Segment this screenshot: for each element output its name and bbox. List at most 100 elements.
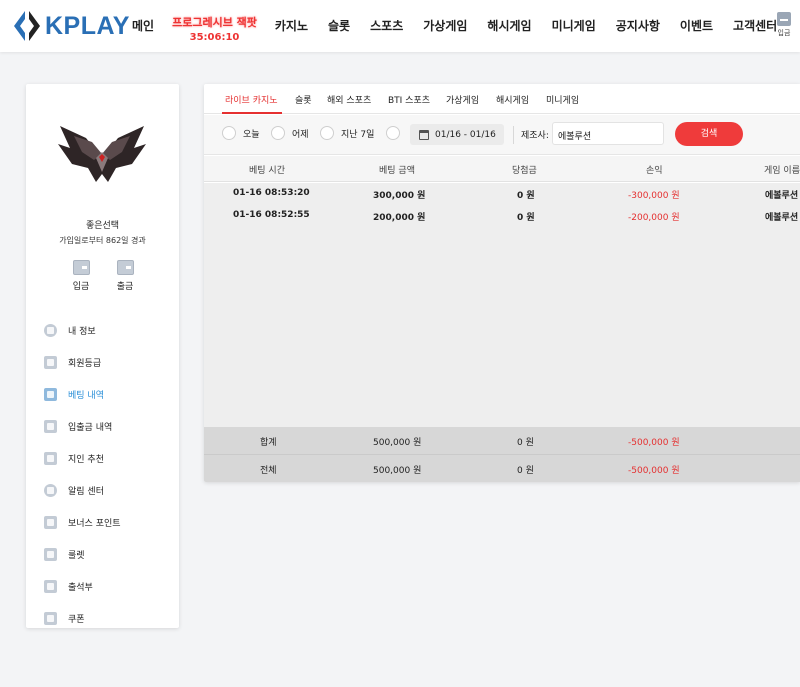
sidebar-item-member-grade[interactable]: 회원등급 bbox=[44, 346, 174, 378]
totals-bet-amount: 500,000 원 bbox=[373, 438, 422, 448]
sidebar-item-transactions[interactable]: 입출금 내역 bbox=[44, 410, 174, 442]
top-header: KPLAY 메인 프로그레시브 잭팟 35:06:10 카지노 슬롯 스포츠 가… bbox=[0, 0, 800, 52]
nav-progressive-jackpot[interactable]: 프로그레시브 잭팟 35:06:10 bbox=[164, 0, 265, 43]
nav-sports[interactable]: 스포츠 bbox=[360, 0, 413, 34]
user-icon bbox=[44, 323, 57, 337]
nav-mini-game[interactable]: 미니게임 bbox=[542, 0, 606, 34]
sidebar-item-label: 룰렛 bbox=[68, 550, 85, 561]
nav-event[interactable]: 이벤트 bbox=[670, 0, 723, 34]
radio-last-7-days[interactable]: 지난 7일 bbox=[320, 126, 374, 140]
wallet-icon bbox=[777, 12, 791, 26]
membership-days: 가입일로부터 862일 경과 bbox=[59, 236, 146, 245]
nav-casino[interactable]: 카지노 bbox=[265, 0, 318, 34]
tab-live-casino[interactable]: 라이브 카지노 bbox=[225, 93, 278, 106]
radio-today[interactable]: 오늘 bbox=[222, 126, 260, 140]
cell-bet-time: 01-16 08:53:20 bbox=[233, 188, 310, 198]
chat-icon bbox=[44, 483, 57, 497]
table-header: 베팅 시간 베팅 금액 당첨금 손익 게임 이름 bbox=[204, 156, 800, 182]
kplay-logo[interactable]: KPLAY bbox=[12, 9, 130, 43]
nav-slot[interactable]: 슬롯 bbox=[318, 0, 360, 34]
cell-bet-time: 01-16 08:52:55 bbox=[233, 210, 310, 220]
provider-label: 제조사: bbox=[521, 131, 549, 141]
deposit-icon bbox=[72, 260, 90, 275]
cell-bet-amount: 300,000 원 bbox=[373, 191, 426, 201]
radio-yesterday[interactable]: 어제 bbox=[271, 126, 309, 140]
referral-icon bbox=[44, 451, 57, 465]
sidebar-withdraw-button[interactable]: 출금 bbox=[110, 260, 140, 292]
betting-history-icon bbox=[44, 387, 57, 401]
header-deposit-button[interactable]: 입금 bbox=[772, 12, 796, 38]
radio-label: 어제 bbox=[292, 129, 309, 140]
sidebar-item-label: 알림 센터 bbox=[68, 486, 104, 497]
tab-bti-sports[interactable]: BTI 스포츠 bbox=[388, 93, 430, 106]
logo-text: KPLAY bbox=[45, 11, 130, 40]
totals-profit: -500,000 원 bbox=[628, 466, 680, 476]
cell-game-name: 에볼루션 bbox=[765, 191, 799, 201]
sidebar-item-attendance[interactable]: 출석부 bbox=[44, 570, 174, 602]
sidebar-item-roulette[interactable]: 룰렛 bbox=[44, 538, 174, 570]
divider bbox=[513, 126, 514, 144]
totals-label: 합계 bbox=[260, 438, 277, 448]
transaction-icon bbox=[44, 419, 57, 433]
radio-circle-icon bbox=[222, 126, 236, 140]
sidebar-deposit-button[interactable]: 입금 bbox=[66, 260, 96, 292]
search-button[interactable]: 검색 bbox=[675, 122, 743, 146]
totals-winnings: 0 원 bbox=[517, 438, 534, 448]
cell-profit: -300,000 원 bbox=[628, 191, 680, 201]
attendance-icon bbox=[44, 579, 57, 593]
radio-custom-range[interactable] bbox=[386, 126, 400, 140]
main-nav: 메인 프로그레시브 잭팟 35:06:10 카지노 슬롯 스포츠 가상게임 해시… bbox=[122, 0, 787, 52]
betting-history-panel: 라이브 카지노 슬롯 해외 스포츠 BTI 스포츠 가상게임 해시게임 미니게임… bbox=[204, 84, 800, 482]
radio-label: 오늘 bbox=[243, 129, 260, 140]
totals-row-all: 전체 500,000 원 0 원 -500,000 원 bbox=[204, 454, 800, 482]
sidebar-item-my-info[interactable]: 내 정보 bbox=[44, 314, 174, 346]
tab-hash-game[interactable]: 해시게임 bbox=[496, 93, 529, 106]
column-header-bet-amount: 베팅 금액 bbox=[379, 166, 415, 176]
nav-hash-game[interactable]: 해시게임 bbox=[477, 0, 541, 34]
totals-label: 전체 bbox=[260, 466, 277, 476]
table-row[interactable]: 01-16 08:52:55 200,000 원 0 원 -200,000 원 … bbox=[204, 206, 800, 228]
tab-mini-game[interactable]: 미니게임 bbox=[546, 93, 579, 106]
sidebar-item-label: 회원등급 bbox=[68, 358, 102, 369]
tab-overseas-sports[interactable]: 해외 스포츠 bbox=[327, 93, 371, 106]
nav-virtual-game[interactable]: 가상게임 bbox=[413, 0, 477, 34]
totals-winnings: 0 원 bbox=[517, 466, 534, 476]
sidebar-item-bonus-point[interactable]: 보너스 포인트 bbox=[44, 506, 174, 538]
nav-main[interactable]: 메인 bbox=[122, 0, 164, 34]
grade-icon bbox=[44, 355, 57, 369]
radio-circle-icon bbox=[271, 126, 285, 140]
sidebar-item-referral[interactable]: 지인 추천 bbox=[44, 442, 174, 474]
table-totals: 합계 500,000 원 0 원 -500,000 원 전체 500,000 원… bbox=[204, 427, 800, 482]
column-header-bet-time: 베팅 시간 bbox=[249, 166, 285, 176]
table-row[interactable]: 01-16 08:53:20 300,000 원 0 원 -300,000 원 … bbox=[204, 184, 800, 206]
calendar-icon bbox=[419, 129, 429, 140]
withdraw-icon bbox=[116, 260, 134, 275]
header-deposit-label: 입금 bbox=[777, 29, 791, 37]
column-header-winnings: 당첨금 bbox=[512, 166, 537, 176]
table-body: 01-16 08:53:20 300,000 원 0 원 -300,000 원 … bbox=[204, 183, 800, 427]
nav-notice[interactable]: 공지사항 bbox=[606, 0, 670, 34]
provider-select[interactable]: 에볼루션 bbox=[552, 122, 664, 145]
radio-circle-icon bbox=[386, 126, 400, 140]
cell-game-name: 에볼루션 bbox=[765, 213, 799, 223]
active-tab-indicator bbox=[222, 112, 282, 114]
sidebar-item-label: 보너스 포인트 bbox=[68, 518, 121, 529]
sidebar-item-notification-center[interactable]: 알림 센터 bbox=[44, 474, 174, 506]
cell-winnings: 0 원 bbox=[517, 213, 535, 223]
sidebar-item-label: 쿠폰 bbox=[68, 614, 85, 625]
totals-row-sum: 합계 500,000 원 0 원 -500,000 원 bbox=[204, 427, 800, 455]
sidebar-item-betting-history[interactable]: 베팅 내역 bbox=[44, 378, 174, 410]
tab-virtual-game[interactable]: 가상게임 bbox=[446, 93, 479, 106]
deposit-label: 입금 bbox=[72, 282, 90, 292]
tab-slot[interactable]: 슬롯 bbox=[295, 93, 312, 106]
sidebar-item-coupon[interactable]: 쿠폰 bbox=[44, 602, 174, 634]
radio-label: 지난 7일 bbox=[341, 129, 375, 140]
jackpot-timer: 35:06:10 bbox=[189, 32, 240, 43]
date-range-picker[interactable]: 01/16 - 01/16 bbox=[410, 124, 504, 145]
sidebar-item-label: 베팅 내역 bbox=[68, 390, 104, 401]
account-sidebar: 좋은선택 가입일로부터 862일 경과 입금 출금 내 정보 회원등급 베팅 내… bbox=[26, 84, 179, 628]
cell-winnings: 0 원 bbox=[517, 191, 535, 201]
sidebar-item-label: 내 정보 bbox=[68, 326, 96, 337]
roulette-icon bbox=[44, 547, 57, 561]
user-name: 좋은선택 bbox=[85, 221, 120, 231]
